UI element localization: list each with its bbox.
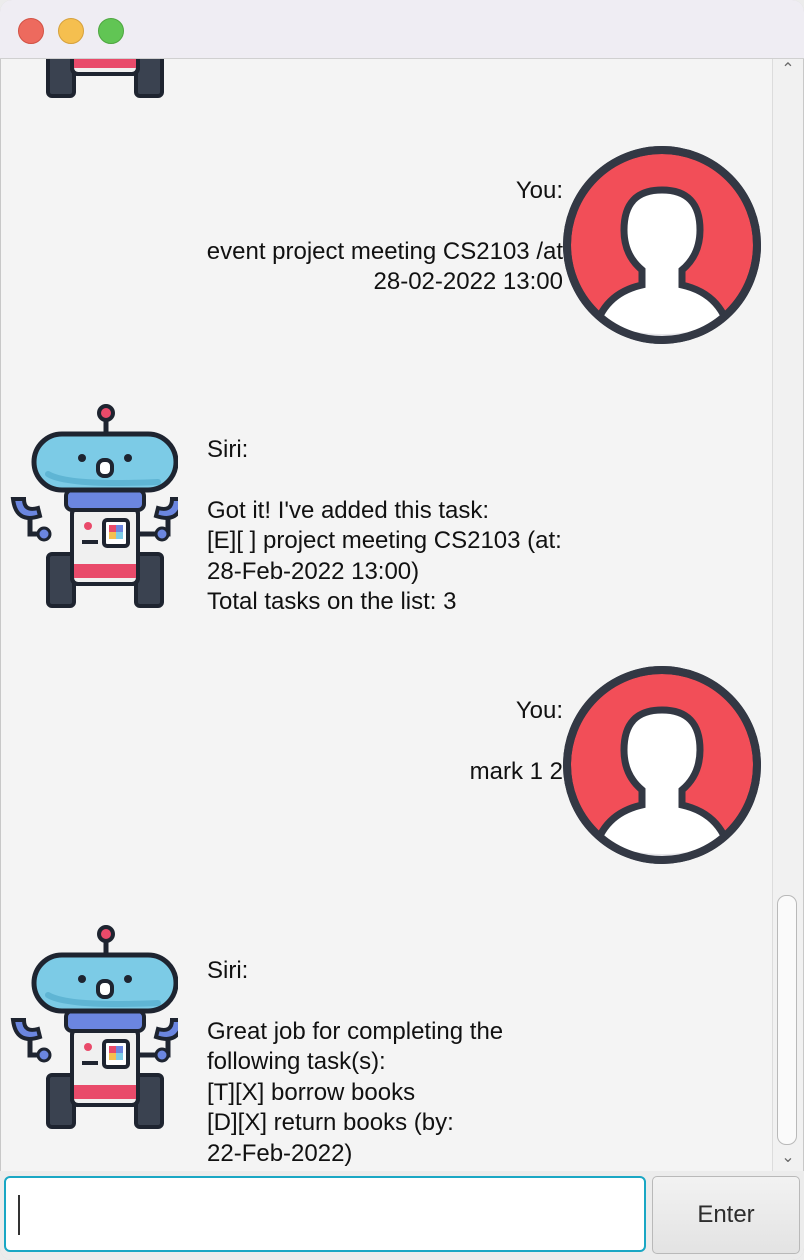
dialog-user-text: You: mark 1 2 [143,665,563,818]
message-text: Got it! I've added this task: [E][ ] pro… [207,496,562,616]
sender-label: You: [515,696,563,724]
dialog-bot-text: Siri: Great job for completing the follo… [207,925,627,1169]
dialog-bot-text: Siri: Got it! I've added this task: [E][… [207,404,627,648]
maximize-window-button[interactable] [98,18,124,44]
dialog-user: You: mark 1 2 [2,665,772,865]
user-input-field[interactable] [4,1176,646,1252]
robot-avatar-icon [8,59,178,99]
send-button[interactable]: Enter [652,1176,800,1254]
scroll-up-arrow-icon[interactable]: ⌃ [777,59,799,81]
message-text: Great job for completing the following t… [207,1017,504,1167]
dialog-container[interactable]: You: event project meeting CS2103 /at 28… [2,59,772,1169]
input-bar: Enter [0,1171,804,1260]
user-avatar-icon [562,665,762,865]
minimize-window-button[interactable] [58,18,84,44]
robot-avatar-icon [8,925,178,1130]
dialog-bot: Siri: Got it! I've added this task: [E][… [2,404,772,615]
title-bar [0,0,804,59]
close-window-button[interactable] [18,18,44,44]
text-caret [18,1195,20,1235]
app-window: You: event project meeting CS2103 /at 28… [0,0,804,1260]
vertical-scrollbar[interactable]: ⌃ ⌄ [772,59,803,1171]
user-avatar-icon [562,145,762,345]
scrollbar-thumb[interactable] [777,895,797,1145]
dialog-user-text: You: event project meeting CS2103 /at 28… [143,145,563,328]
message-text: event project meeting CS2103 /at 28-02-2… [206,237,563,296]
dialog-bot-partial [2,59,772,84]
dialog-bot: Siri: Great job for completing the follo… [2,925,772,1167]
scroll-down-arrow-icon[interactable]: ⌄ [777,1147,799,1169]
robot-avatar-icon [8,404,178,609]
sender-label: Siri: [207,956,249,984]
message-text: mark 1 2 [469,757,563,785]
sender-label: You: [515,176,563,204]
dialog-user: You: event project meeting CS2103 /at 28… [2,145,772,345]
sender-label: Siri: [207,435,249,463]
